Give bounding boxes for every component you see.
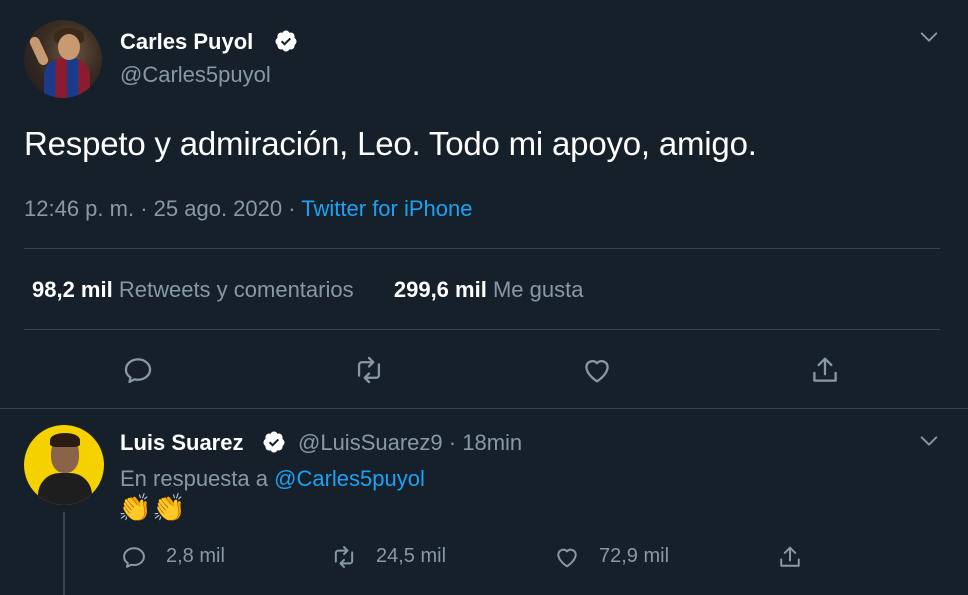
engagement-stats: 98,2 mil Retweets y comentarios 299,6 mi… [32, 277, 583, 303]
likes-label: Me gusta [492, 277, 584, 302]
retweets-count: 98,2 mil [32, 277, 113, 302]
avatar[interactable] [24, 425, 104, 505]
retweets-label: Retweets y comentarios [118, 277, 354, 302]
divider [24, 248, 940, 249]
likes-stat[interactable]: 299,6 mil Me gusta [394, 277, 584, 302]
reply-time[interactable]: 18min [462, 430, 522, 455]
share-icon[interactable] [808, 353, 842, 387]
tweet-time[interactable]: 12:46 p. m. [24, 196, 134, 221]
divider [24, 329, 940, 330]
tweet-text: Respeto y admiración, Leo. Todo mi apoyo… [24, 125, 757, 162]
tweet-source-link[interactable]: Twitter for iPhone [301, 196, 472, 221]
avatar-jersey [38, 473, 92, 505]
clapping-hands-icon: 👏 [118, 493, 152, 523]
reply-count: 2,8 mil [166, 545, 225, 567]
replying-prefix: En respuesta a [120, 466, 268, 491]
avatar-arm [28, 35, 50, 67]
like-count: 72,9 mil [599, 545, 670, 567]
heart-icon[interactable] [580, 353, 614, 387]
heart-icon[interactable] [553, 543, 581, 571]
retweet-icon[interactable] [352, 353, 386, 387]
replying-to: En respuesta a @Carles5puyol [120, 466, 425, 492]
retweet-icon[interactable] [330, 543, 358, 571]
verified-badge-icon [263, 431, 285, 453]
main-tweet: Carles Puyol @Carles5puyol Respeto y adm… [0, 0, 968, 408]
verified-badge-icon [275, 30, 297, 52]
reply-author-name[interactable]: Luis Suarez [120, 430, 243, 456]
avatar-jersey [44, 58, 90, 98]
reply-author-handle[interactable]: @LuisSuarez9 [298, 430, 443, 455]
tweet-date[interactable]: 25 ago. 2020 [154, 196, 282, 221]
retweets-stat[interactable]: 98,2 mil Retweets y comentarios [32, 277, 360, 302]
avatar-head [58, 34, 80, 60]
reply-icon[interactable] [121, 353, 155, 387]
thread-line [63, 512, 65, 595]
share-icon[interactable] [776, 543, 804, 571]
author-name[interactable]: Carles Puyol [120, 29, 253, 55]
meta-separator: · [140, 196, 148, 221]
meta-separator: · [448, 430, 457, 455]
author-handle[interactable]: @Carles5puyol [120, 62, 271, 88]
tweet-meta: 12:46 p. m. · 25 ago. 2020 · Twitter for… [24, 196, 472, 222]
reply-meta: @LuisSuarez9 · 18min [298, 430, 522, 456]
clapping-hands-icon: 👏 [152, 493, 186, 523]
likes-count: 299,6 mil [393, 277, 487, 302]
retweet-count: 24,5 mil [376, 545, 447, 567]
avatar-hair [50, 433, 80, 447]
chevron-down-icon[interactable] [918, 26, 940, 48]
chevron-down-icon[interactable] [918, 430, 940, 452]
meta-separator: · [288, 196, 296, 221]
avatar[interactable] [24, 20, 102, 98]
replying-to-link[interactable]: @Carles5puyol [274, 466, 425, 491]
reply-icon[interactable] [120, 543, 148, 571]
